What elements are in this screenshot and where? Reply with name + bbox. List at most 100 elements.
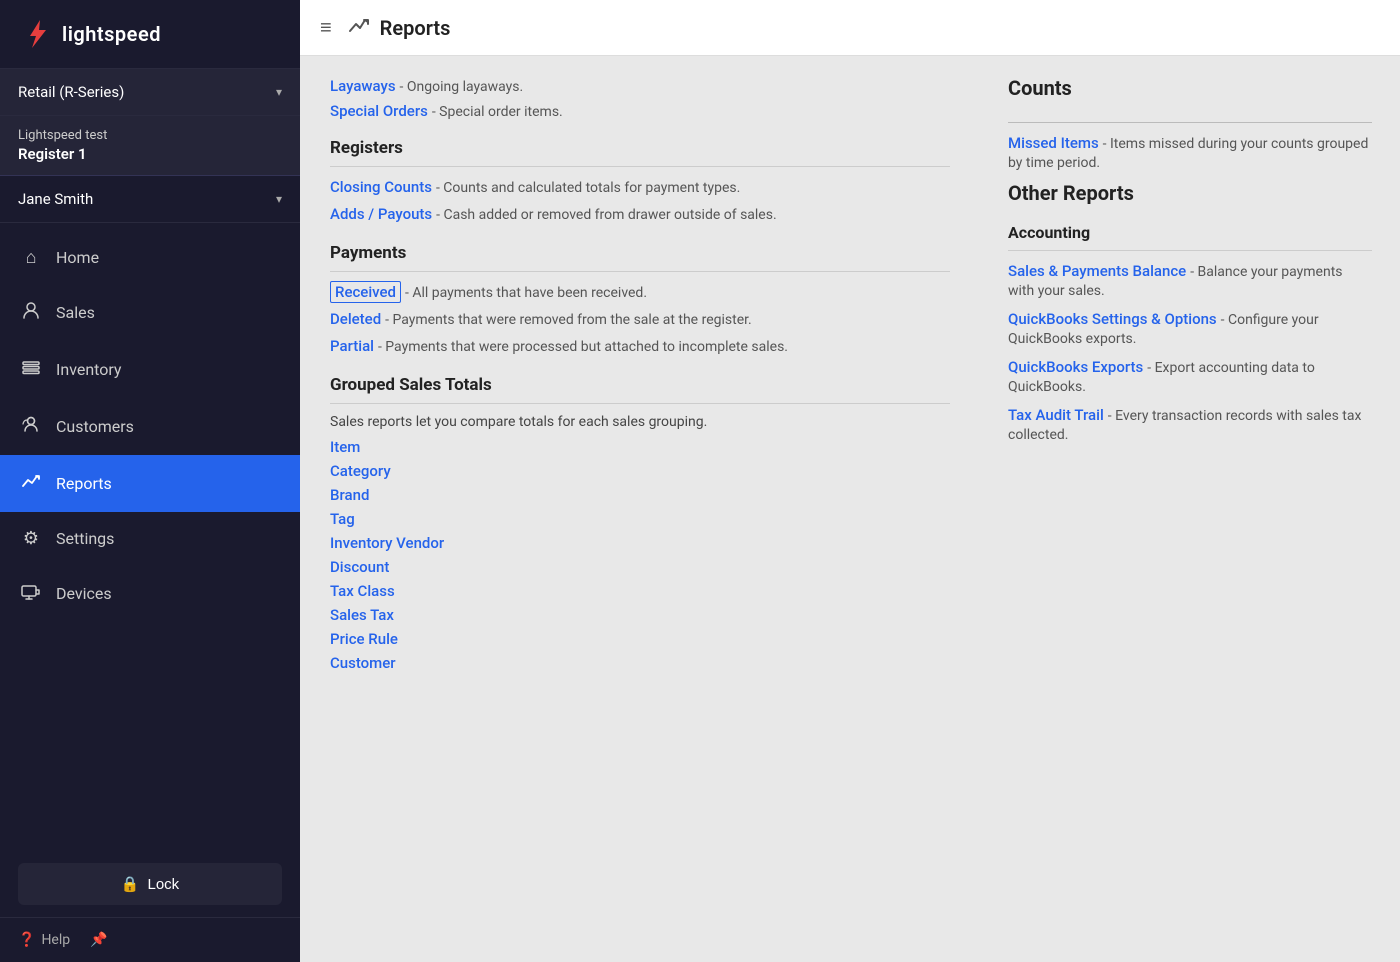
sidebar-logo: lightspeed <box>0 0 300 69</box>
tax-class-link[interactable]: Tax Class <box>330 582 950 600</box>
customer-link[interactable]: Customer <box>330 654 950 672</box>
sidebar-item-settings[interactable]: ⚙ Settings <box>0 512 300 565</box>
register-name: Register 1 <box>18 145 282 163</box>
sales-tax-link[interactable]: Sales Tax <box>330 606 950 624</box>
sidebar-item-inventory-label: Inventory <box>56 360 122 379</box>
reports-icon <box>20 471 42 496</box>
received-item: Received - All payments that have been r… <box>330 282 950 301</box>
closing-counts-desc: - Counts and calculated totals for payme… <box>436 180 740 196</box>
price-rule-link[interactable]: Price Rule <box>330 630 950 648</box>
partial-link[interactable]: Partial <box>330 337 374 355</box>
received-link[interactable]: Received <box>330 281 401 303</box>
sidebar: lightspeed Retail (R-Series) ▾ Lightspee… <box>0 0 300 962</box>
quickbooks-exports-link[interactable]: QuickBooks Exports <box>1008 358 1143 376</box>
settings-icon: ⚙ <box>20 528 42 549</box>
devices-icon <box>20 581 42 606</box>
logo-text: lightspeed <box>62 22 161 46</box>
help-icon: ❓ <box>18 932 35 948</box>
right-panel: Counts Missed Items - Items missed durin… <box>980 56 1400 962</box>
sidebar-item-home-label: Home <box>56 248 99 267</box>
accounting-header: Accounting <box>1008 213 1372 251</box>
grouped-sales-links: Item Category Brand Tag Inventory Vendor… <box>330 438 950 672</box>
grouped-sales-description: Sales reports let you compare totals for… <box>330 414 950 430</box>
closing-counts-link[interactable]: Closing Counts <box>330 178 432 196</box>
grouped-sales-section-header: Grouped Sales Totals <box>330 363 950 404</box>
tax-audit-trail-link[interactable]: Tax Audit Trail <box>1008 406 1104 424</box>
sidebar-item-customers[interactable]: Customers <box>0 398 300 455</box>
left-panel: Layaways - Ongoing layaways. Special Ord… <box>300 56 980 962</box>
deleted-desc: - Payments that were removed from the sa… <box>385 312 752 328</box>
item-link[interactable]: Item <box>330 438 950 456</box>
sidebar-item-customers-label: Customers <box>56 417 134 436</box>
received-desc: - All payments that have been received. <box>405 285 647 301</box>
register-store-name: Lightspeed test <box>18 128 282 143</box>
layaways-item: Layaways - Ongoing layaways. <box>330 76 950 95</box>
layaways-link[interactable]: Layaways <box>330 77 396 95</box>
topbar: ≡ Reports <box>300 0 1400 56</box>
sales-icon <box>20 300 42 325</box>
sidebar-item-sales-label: Sales <box>56 303 95 322</box>
counts-section-header: Counts <box>1008 76 1372 100</box>
home-icon: ⌂ <box>20 247 42 268</box>
inventory-icon <box>20 357 42 382</box>
layaways-desc: - Ongoing layaways. <box>400 79 524 95</box>
quickbooks-settings-link[interactable]: QuickBooks Settings & Options <box>1008 310 1217 328</box>
retail-dropdown[interactable]: Retail (R-Series) ▾ <box>0 69 300 116</box>
user-name: Jane Smith <box>18 190 93 208</box>
missed-items-link[interactable]: Missed Items <box>1008 134 1099 152</box>
nav-items: ⌂ Home Sales Inventory <box>0 223 300 851</box>
pin-button[interactable]: 📌 <box>90 932 107 948</box>
user-chevron-icon: ▾ <box>276 192 282 206</box>
partial-desc: - Payments that were processed but attac… <box>378 339 788 355</box>
inventory-vendor-link[interactable]: Inventory Vendor <box>330 534 950 552</box>
brand-link[interactable]: Brand <box>330 486 950 504</box>
deleted-item: Deleted - Payments that were removed fro… <box>330 309 950 328</box>
special-orders-item: Special Orders - Special order items. <box>330 101 950 120</box>
sidebar-item-sales[interactable]: Sales <box>0 284 300 341</box>
adds-payouts-link[interactable]: Adds / Payouts <box>330 205 432 223</box>
reports-chart-icon <box>348 14 370 41</box>
sidebar-item-reports-label: Reports <box>56 474 112 493</box>
sidebar-item-reports[interactable]: Reports <box>0 455 300 512</box>
partial-item: Partial - Payments that were processed b… <box>330 336 950 355</box>
quickbooks-exports-item: QuickBooks Exports - Export accounting d… <box>1008 357 1372 395</box>
sidebar-footer: ❓ Help 📌 <box>0 917 300 962</box>
pin-icon: 📌 <box>90 932 107 948</box>
tax-audit-trail-item: Tax Audit Trail - Every transaction reco… <box>1008 405 1372 443</box>
topbar-title-text: Reports <box>380 16 451 40</box>
adds-payouts-desc: - Cash added or removed from drawer outs… <box>436 207 777 223</box>
sidebar-item-devices[interactable]: Devices <box>0 565 300 622</box>
retail-chevron-icon: ▾ <box>276 85 282 99</box>
register-info: Lightspeed test Register 1 <box>0 116 300 176</box>
main-content: ≡ Reports Layaways - Ongoing layaways. S… <box>300 0 1400 962</box>
user-dropdown[interactable]: Jane Smith ▾ <box>0 176 300 223</box>
lock-icon: 🔒 <box>121 875 140 893</box>
closing-counts-item: Closing Counts - Counts and calculated t… <box>330 177 950 196</box>
registers-section-header: Registers <box>330 126 950 167</box>
sales-payments-balance-link[interactable]: Sales & Payments Balance <box>1008 262 1186 280</box>
topbar-title: Reports <box>348 14 451 41</box>
tag-link[interactable]: Tag <box>330 510 950 528</box>
content-area: Layaways - Ongoing layaways. Special Ord… <box>300 56 1400 962</box>
lightspeed-flame-icon <box>20 18 52 50</box>
lock-label: Lock <box>148 876 180 893</box>
lock-button[interactable]: 🔒 Lock <box>18 863 282 905</box>
sidebar-item-settings-label: Settings <box>56 529 114 548</box>
category-link[interactable]: Category <box>330 462 950 480</box>
special-orders-desc: - Special order items. <box>432 104 563 120</box>
sidebar-item-inventory[interactable]: Inventory <box>0 341 300 398</box>
hamburger-icon[interactable]: ≡ <box>320 15 332 40</box>
discount-link[interactable]: Discount <box>330 558 950 576</box>
payments-section-header: Payments <box>330 231 950 272</box>
deleted-link[interactable]: Deleted <box>330 310 381 328</box>
other-reports-header: Other Reports <box>1008 181 1372 205</box>
sidebar-item-home[interactable]: ⌂ Home <box>0 231 300 284</box>
counts-divider <box>1008 108 1372 123</box>
help-label: Help <box>41 932 70 948</box>
sidebar-item-devices-label: Devices <box>56 584 112 603</box>
help-button[interactable]: ❓ Help <box>18 932 70 948</box>
missed-items-item: Missed Items - Items missed during your … <box>1008 133 1372 171</box>
quickbooks-settings-item: QuickBooks Settings & Options - Configur… <box>1008 309 1372 347</box>
special-orders-link[interactable]: Special Orders <box>330 102 428 120</box>
retail-label: Retail (R-Series) <box>18 83 124 101</box>
